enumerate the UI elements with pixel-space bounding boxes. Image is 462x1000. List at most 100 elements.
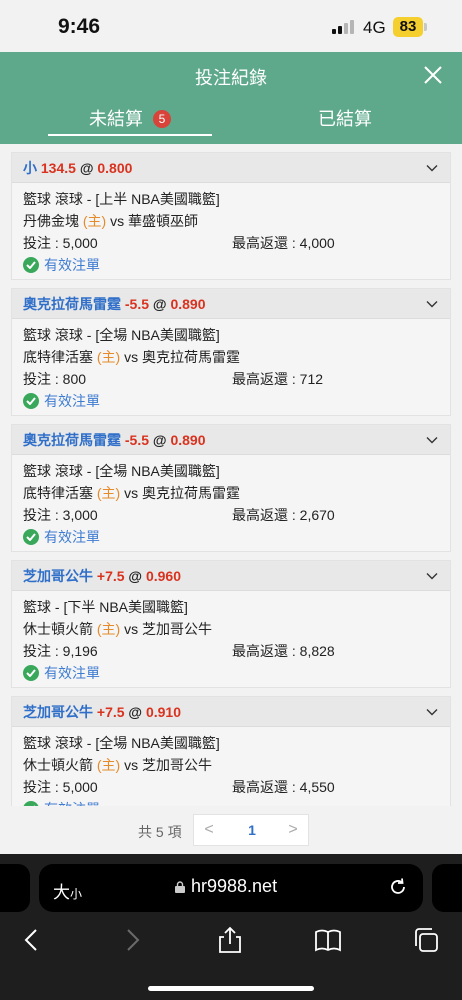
bet-card: 芝加哥公牛 +7.5 @ 0.910 籃球 滾球 - [全場 NBA美國職籃] … [11, 696, 451, 806]
bet-at: @ [152, 432, 167, 448]
chevron-down-icon [426, 301, 438, 308]
bet-odds: 0.960 [145, 568, 182, 584]
bet-card: 芝加哥公牛 +7.5 @ 0.960 籃球 - [下半 NBA美國職籃] 休士頓… [11, 560, 451, 688]
forward-icon[interactable] [118, 926, 146, 954]
battery-level: 83 [393, 17, 423, 37]
home-tag: (主) [96, 757, 121, 773]
chevron-down-icon [426, 165, 438, 172]
bet-sport-line: 籃球 滾球 - [全場 NBA美國職籃] [23, 463, 220, 479]
battery-icon [424, 23, 427, 31]
tab-unsettled-label: 未結算 [89, 109, 143, 129]
url-display[interactable]: hr9988.net [175, 876, 277, 897]
bet-amounts: 投注 : 5,000 最高返還 : 4,550 [23, 776, 439, 798]
share-icon[interactable] [216, 926, 244, 954]
tab-bar: 未結算 5 已結算 [0, 100, 462, 144]
back-icon[interactable] [18, 926, 46, 954]
bet-card-header[interactable]: 奧克拉荷馬雷霆 -5.5 @ 0.890 [12, 425, 450, 455]
bet-selection: 芝加哥公牛 [23, 568, 93, 584]
reload-icon[interactable] [387, 876, 409, 898]
bet-status: 有效注單 [23, 798, 439, 806]
bet-status: 有效注單 [23, 526, 439, 548]
bet-line: 134.5 [40, 160, 76, 176]
network-type: 4G [363, 18, 386, 37]
bet-card-body: 籃球 - [下半 NBA美國職籃] 休士頓火箭 (主) vs 芝加哥公牛 投注 … [12, 591, 450, 684]
chevron-down-icon [426, 437, 438, 444]
vs-label: vs [124, 621, 139, 637]
bet-status-label: 有效注單 [44, 529, 100, 545]
close-button[interactable] [420, 62, 446, 88]
bet-selection: 奧克拉荷馬雷霆 [23, 296, 121, 312]
bookmarks-icon[interactable] [314, 926, 342, 954]
bet-card-header[interactable]: 小 134.5 @ 0.800 [12, 153, 450, 183]
bet-line: +7.5 [96, 568, 125, 584]
url-text: hr9988.net [191, 876, 278, 896]
text-size-button[interactable]: 大小 [53, 878, 82, 903]
tab-settled[interactable]: 已結算 [250, 100, 440, 144]
max-return: 最高返還 : 4,550 [232, 779, 335, 795]
next-page-button[interactable]: > [278, 815, 308, 845]
status-time: 9:46 [58, 15, 101, 38]
bet-card-body: 籃球 滾球 - [全場 NBA美國職籃] 底特律活塞 (主) vs 奧克拉荷馬雷… [12, 455, 450, 548]
bet-card-header[interactable]: 奧克拉荷馬雷霆 -5.5 @ 0.890 [12, 289, 450, 319]
bet-sport-line: 籃球 - [下半 NBA美國職籃] [23, 599, 188, 615]
bet-line: -5.5 [124, 296, 150, 312]
text-size-big: 大 [53, 883, 70, 902]
bet-status: 有效注單 [23, 390, 439, 412]
bet-at: @ [128, 704, 143, 720]
bet-sport-line: 籃球 滾球 - [上半 NBA美國職籃] [23, 191, 220, 207]
bet-card-body: 籃球 滾球 - [全場 NBA美國職籃] 底特律活塞 (主) vs 奧克拉荷馬雷… [12, 319, 450, 412]
bet-line: -5.5 [124, 432, 150, 448]
away-team: 奧克拉荷馬雷霆 [142, 485, 240, 501]
bet-selection: 小 [23, 160, 37, 176]
home-tag: (主) [82, 213, 107, 229]
modal-header: 投注紀錄 未結算 5 已結算 [0, 52, 462, 144]
stake-amount: 投注 : 5,000 [23, 235, 98, 251]
bet-card: 奧克拉荷馬雷霆 -5.5 @ 0.890 籃球 滾球 - [全場 NBA美國職籃… [11, 424, 451, 552]
max-return: 最高返還 : 8,828 [232, 643, 335, 659]
chevron-down-icon [426, 573, 438, 580]
bet-card-header[interactable]: 芝加哥公牛 +7.5 @ 0.910 [12, 697, 450, 727]
bet-amounts: 投注 : 5,000 最高返還 : 4,000 [23, 232, 439, 254]
bet-at: @ [152, 296, 167, 312]
bet-amounts: 投注 : 800 最高返還 : 712 [23, 368, 439, 390]
vs-label: vs [124, 349, 139, 365]
active-tab-indicator [48, 134, 212, 136]
bet-odds: 0.910 [145, 704, 182, 720]
away-team: 奧克拉荷馬雷霆 [142, 349, 240, 365]
check-circle-icon [23, 257, 39, 273]
bet-odds: 0.890 [170, 296, 206, 312]
tabs-icon[interactable] [412, 926, 440, 954]
home-indicator [148, 986, 314, 991]
bet-list[interactable]: 小 134.5 @ 0.800 籃球 滾球 - [上半 NBA美國職籃] 丹佛金… [11, 152, 451, 806]
away-team: 芝加哥公牛 [142, 757, 212, 773]
next-tab-preview[interactable] [432, 864, 462, 912]
prev-page-button[interactable]: < [194, 815, 224, 845]
prev-tab-preview[interactable] [0, 864, 30, 912]
vs-label: vs [124, 757, 139, 773]
home-team: 底特律活塞 [23, 485, 93, 501]
bet-odds: 0.890 [170, 432, 206, 448]
check-circle-icon [23, 665, 39, 681]
away-team: 華盛頓巫師 [128, 213, 198, 229]
max-return: 最高返還 : 4,000 [232, 235, 335, 251]
page-number-current[interactable]: 1 [240, 815, 264, 845]
vs-label: vs [124, 485, 139, 501]
home-team: 休士頓火箭 [23, 757, 93, 773]
stake-amount: 投注 : 800 [23, 371, 87, 387]
bet-card-body: 籃球 滾球 - [上半 NBA美國職籃] 丹佛金塊 (主) vs 華盛頓巫師 投… [12, 183, 450, 276]
max-return: 最高返還 : 712 [232, 371, 324, 387]
away-team: 芝加哥公牛 [142, 621, 212, 637]
bet-card-header[interactable]: 芝加哥公牛 +7.5 @ 0.960 [12, 561, 450, 591]
bet-amounts: 投注 : 3,000 最高返還 : 2,670 [23, 504, 439, 526]
address-bar[interactable]: 大小 hr9988.net [39, 864, 423, 912]
bet-status-label: 有效注單 [44, 257, 100, 273]
bet-match: 底特律活塞 (主) vs 奧克拉荷馬雷霆 [23, 482, 439, 504]
tab-unsettled[interactable]: 未結算 5 [48, 100, 212, 144]
bet-selection: 芝加哥公牛 [23, 704, 93, 720]
bet-amounts: 投注 : 9,196 最高返還 : 8,828 [23, 640, 439, 662]
home-team: 底特律活塞 [23, 349, 93, 365]
pagination: 共 5 項 < 1 > [0, 806, 462, 854]
bet-match: 丹佛金塊 (主) vs 華盛頓巫師 [23, 210, 439, 232]
bet-sport-line: 籃球 滾球 - [全場 NBA美國職籃] [23, 735, 220, 751]
max-return: 最高返還 : 2,670 [232, 507, 335, 523]
